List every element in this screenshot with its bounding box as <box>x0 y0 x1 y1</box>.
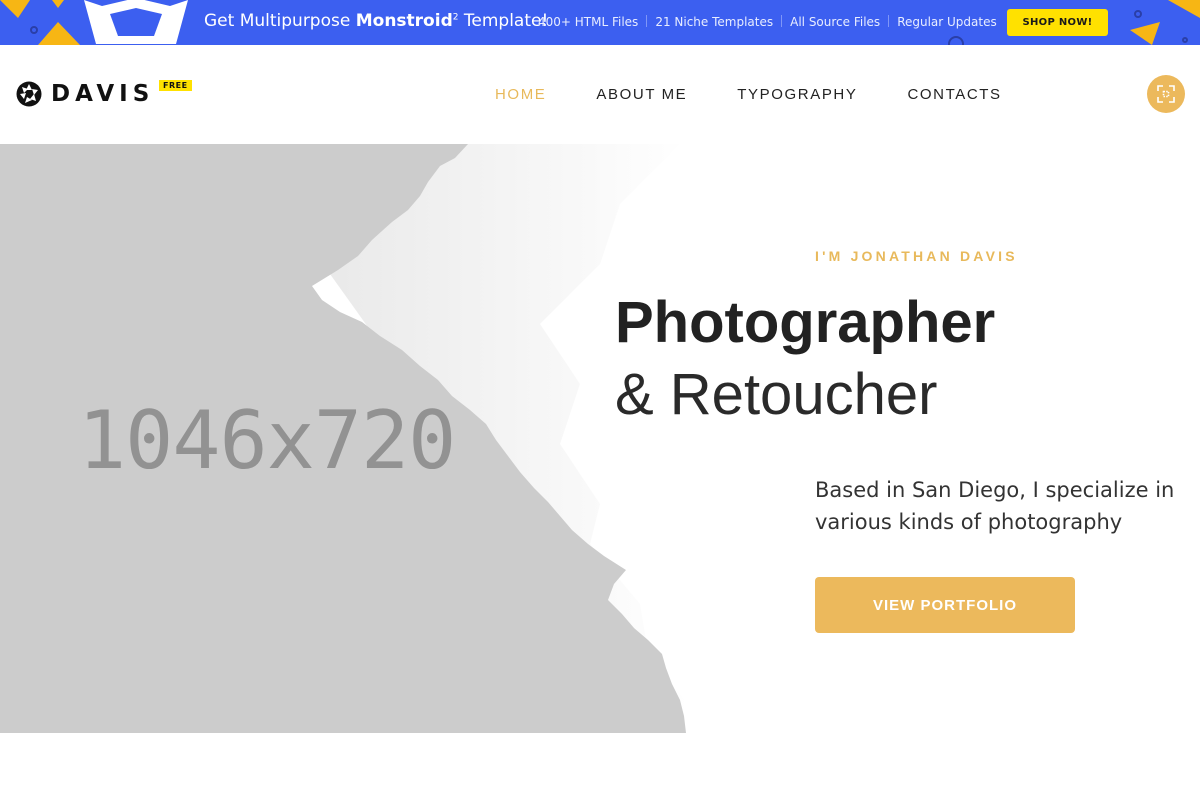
divider <box>781 15 783 27</box>
brand-logo[interactable]: DAVIS FREE <box>16 80 192 107</box>
hero-title: Photographer <box>615 290 996 355</box>
shop-now-button[interactable]: SHOP NOW! <box>1007 9 1108 36</box>
divider <box>646 15 648 27</box>
promo-headline-end: Template! <box>458 11 549 31</box>
promo-headline: Get Multipurpose Monstroid2 Template! <box>204 11 548 31</box>
image-size-label: 1046x720 <box>78 394 456 487</box>
fullscreen-button[interactable] <box>1147 75 1185 113</box>
monstroid-logo-icon <box>84 0 188 44</box>
promo-feature: Regular Updates <box>897 15 997 29</box>
free-badge: FREE <box>159 80 192 91</box>
view-portfolio-button[interactable]: VIEW PORTFOLIO <box>815 577 1075 633</box>
hero-section: 1046x720 I'M JONATHAN DAVIS Photographer… <box>0 144 1200 733</box>
brand-name: DAVIS <box>51 81 155 107</box>
camera-aperture-icon <box>16 81 42 107</box>
promo-feature: 400+ HTML Files <box>538 15 639 29</box>
main-nav: HOME ABOUT ME TYPOGRAPHY CONTACTS <box>495 86 1052 103</box>
nav-item-about-me[interactable]: ABOUT ME <box>596 86 687 103</box>
nav-item-contacts[interactable]: CONTACTS <box>907 86 1001 103</box>
promo-feature: All Source Files <box>790 15 881 29</box>
promo-headline-bold: Monstroid <box>355 11 453 31</box>
promo-banner[interactable]: Get Multipurpose Monstroid2 Template! 40… <box>0 0 1200 45</box>
fullscreen-icon <box>1157 85 1175 103</box>
divider <box>888 15 890 27</box>
nav-item-home[interactable]: HOME <box>495 86 546 103</box>
promo-headline-text: Get Multipurpose <box>204 11 356 31</box>
nav-item-typography[interactable]: TYPOGRAPHY <box>737 86 857 103</box>
site-header: DAVIS FREE HOME ABOUT ME TYPOGRAPHY CONT… <box>0 45 1200 144</box>
promo-features: 400+ HTML Files 21 Niche Templates All Sou… <box>538 15 997 29</box>
hero-eyebrow: I'M JONATHAN DAVIS <box>815 248 1018 264</box>
promo-feature: 21 Niche Templates <box>655 15 774 29</box>
hero-description: Based in San Diego, I specialize in vari… <box>815 478 1175 534</box>
hero-subtitle: & Retoucher <box>615 362 938 427</box>
